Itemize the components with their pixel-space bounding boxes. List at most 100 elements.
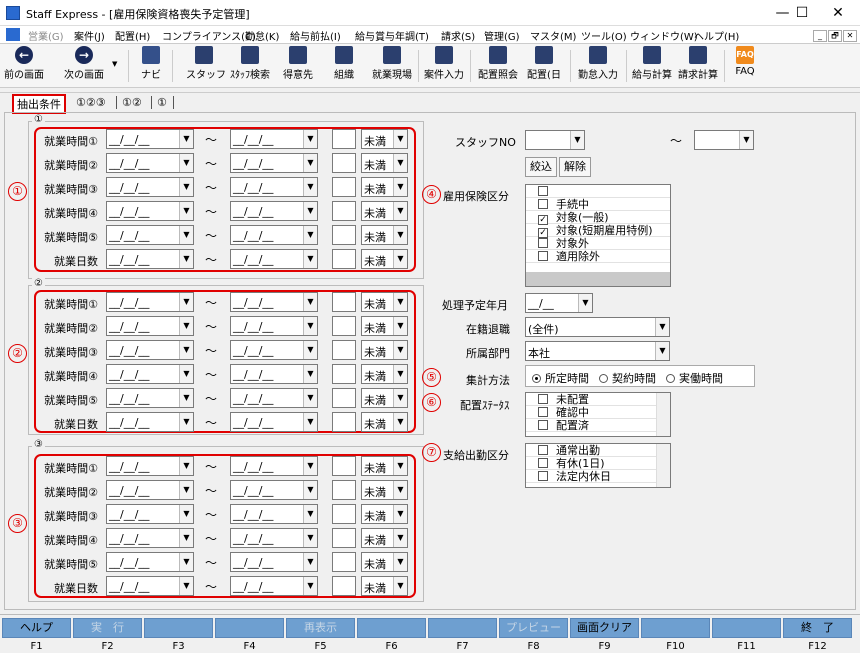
value-input[interactable] <box>332 480 356 500</box>
chevron-down-icon[interactable]: ▼ <box>393 178 407 196</box>
placement-inquiry-button[interactable]: 配置照会 <box>476 46 520 81</box>
date-from-combo[interactable]: __/__/__ ▼ <box>106 316 194 336</box>
fkey-f8-button[interactable]: プレビュー <box>499 618 568 638</box>
condition-combo[interactable]: 未満 ▼ <box>361 576 408 596</box>
list-item[interactable]: 対象外 <box>526 237 670 250</box>
date-to-combo[interactable]: __/__/__ ▼ <box>230 456 318 476</box>
value-input[interactable] <box>332 201 356 221</box>
condition-combo[interactable]: 未満 ▼ <box>361 249 408 269</box>
condition-combo[interactable]: 未満 ▼ <box>361 292 408 312</box>
fkey-f5-button[interactable]: 再表示 <box>286 618 355 638</box>
chevron-down-icon[interactable]: ▼ <box>655 318 669 336</box>
chevron-down-icon[interactable]: ▼ <box>393 413 407 431</box>
chevron-down-icon[interactable]: ▼ <box>179 389 193 407</box>
chevron-down-icon[interactable]: ▼ <box>655 342 669 360</box>
fkey-f6-button[interactable] <box>357 618 426 638</box>
prev-screen-button[interactable]: ← 前の画面 <box>4 46 44 81</box>
chevron-down-icon[interactable]: ▼ <box>578 294 592 312</box>
value-input[interactable] <box>332 153 356 173</box>
date-to-combo[interactable]: __/__/__ ▼ <box>230 249 318 269</box>
radio-button[interactable] <box>532 374 541 383</box>
chevron-down-icon[interactable]: ▼ <box>303 553 317 571</box>
placement-button[interactable]: 配置(日 <box>524 46 564 81</box>
chevron-down-icon[interactable]: ▼ <box>393 481 407 499</box>
staff-no-to-combo[interactable]: ▼ <box>694 130 754 150</box>
chevron-down-icon[interactable]: ▼ <box>303 154 317 172</box>
date-to-combo[interactable]: __/__/__ ▼ <box>230 292 318 312</box>
date-to-combo[interactable]: __/__/__ ▼ <box>230 576 318 596</box>
client-button[interactable]: 得意先 <box>280 46 316 81</box>
tab-12[interactable]: ①② <box>116 96 142 109</box>
value-input[interactable] <box>332 528 356 548</box>
date-to-combo[interactable]: __/__/__ ▼ <box>230 201 318 221</box>
chevron-down-icon[interactable]: ▼ <box>393 389 407 407</box>
faq-button[interactable]: FAQ FAQ <box>732 46 758 77</box>
date-to-combo[interactable]: __/__/__ ▼ <box>230 388 318 408</box>
list-item[interactable]: 確認中 <box>526 406 670 419</box>
menu-kyuyo-shoyo[interactable]: 給与賞与年調(T) <box>355 28 429 43</box>
menu-master[interactable]: マスタ(M) <box>530 28 576 43</box>
date-from-combo[interactable]: __/__/__ ▼ <box>106 480 194 500</box>
list-item[interactable]: 法定内休日 <box>526 470 670 483</box>
staff-button[interactable]: スタッフ <box>186 46 226 81</box>
chevron-down-icon[interactable]: ▼ <box>179 317 193 335</box>
value-input[interactable] <box>332 292 356 312</box>
menu-anken[interactable]: 案件(J) <box>74 28 105 43</box>
menu-seikyu[interactable]: 請求(S) <box>441 28 475 43</box>
shikyu-scrollbar[interactable] <box>656 444 670 487</box>
mdi-close-button[interactable]: ✕ <box>843 30 857 42</box>
checkbox[interactable] <box>538 394 548 404</box>
chevron-down-icon[interactable]: ▼ <box>179 457 193 475</box>
value-input[interactable] <box>332 456 356 476</box>
list-item[interactable] <box>526 185 670 198</box>
menu-kintai[interactable]: 勤怠(K) <box>245 28 279 43</box>
list-item[interactable]: 配置済 <box>526 419 670 432</box>
checkbox[interactable] <box>538 186 548 196</box>
checkbox[interactable] <box>538 407 548 417</box>
list-item[interactable]: ✓ 対象(一般) <box>526 211 670 225</box>
haichi-scrollbar[interactable] <box>656 393 670 436</box>
date-to-combo[interactable]: __/__/__ ▼ <box>230 480 318 500</box>
condition-combo[interactable]: 未満 ▼ <box>361 504 408 524</box>
checkbox[interactable] <box>538 420 548 430</box>
list-item[interactable]: ✓ 対象(短期雇用特例) <box>526 224 670 238</box>
date-from-combo[interactable]: __/__/__ ▼ <box>106 388 194 408</box>
date-to-combo[interactable]: __/__/__ ▼ <box>230 340 318 360</box>
chevron-down-icon[interactable]: ▼ <box>179 529 193 547</box>
chevron-down-icon[interactable]: ▼ <box>393 505 407 523</box>
fkey-f7-button[interactable] <box>428 618 497 638</box>
next-screen-button[interactable]: → 次の画面 <box>62 46 106 81</box>
checkbox[interactable] <box>538 445 548 455</box>
date-from-combo[interactable]: __/__/__ ▼ <box>106 249 194 269</box>
chevron-down-icon[interactable]: ▼ <box>179 365 193 383</box>
condition-combo[interactable]: 未満 ▼ <box>361 528 408 548</box>
chevron-down-icon[interactable]: ▼ <box>393 202 407 220</box>
value-input[interactable] <box>332 504 356 524</box>
chevron-down-icon[interactable]: ▼ <box>303 577 317 595</box>
menu-kanri[interactable]: 管理(G) <box>484 28 520 43</box>
value-input[interactable] <box>332 129 356 149</box>
chevron-down-icon[interactable]: ▼ <box>179 202 193 220</box>
checkbox[interactable] <box>538 471 548 481</box>
fkey-f4-button[interactable] <box>215 618 284 638</box>
condition-combo[interactable]: 未満 ▼ <box>361 316 408 336</box>
chevron-down-icon[interactable]: ▼ <box>179 481 193 499</box>
value-input[interactable] <box>332 177 356 197</box>
worksite-button[interactable]: 就業現場 <box>370 46 414 81</box>
chevron-down-icon[interactable]: ▼ <box>179 250 193 268</box>
menu-haichi[interactable]: 配置(H) <box>115 28 150 43</box>
chevron-down-icon[interactable]: ▼ <box>393 577 407 595</box>
date-from-combo[interactable]: __/__/__ ▼ <box>106 225 194 245</box>
date-from-combo[interactable]: __/__/__ ▼ <box>106 364 194 384</box>
staff-no-from-combo[interactable]: ▼ <box>525 130 585 150</box>
chevron-down-icon[interactable]: ▼ <box>570 131 584 149</box>
chevron-down-icon[interactable]: ▼ <box>303 250 317 268</box>
chevron-down-icon[interactable]: ▼ <box>393 341 407 359</box>
condition-combo[interactable]: 未満 ▼ <box>361 225 408 245</box>
invoice-calc-button[interactable]: 請求計算 <box>676 46 720 81</box>
date-from-combo[interactable]: __/__/__ ▼ <box>106 576 194 596</box>
checkbox[interactable] <box>538 251 548 261</box>
date-to-combo[interactable]: __/__/__ ▼ <box>230 225 318 245</box>
chevron-down-icon[interactable]: ▼ <box>393 154 407 172</box>
fkey-f11-button[interactable] <box>712 618 781 638</box>
